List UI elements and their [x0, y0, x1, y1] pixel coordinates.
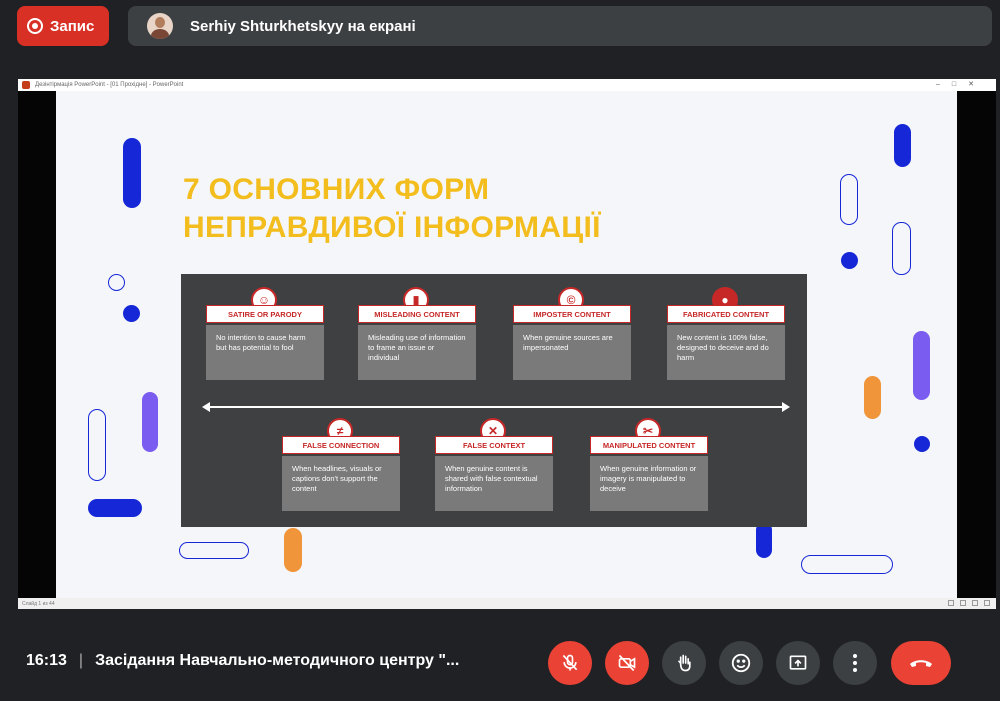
record-button[interactable]: Запис [17, 6, 109, 46]
card-label: MANIPULATED CONTENT [590, 436, 708, 454]
card-label: MISLEADING CONTENT [358, 305, 476, 323]
card-description: No intention to cause harm but has poten… [206, 325, 324, 380]
raise-hand-icon [678, 654, 691, 672]
deco-pill [88, 409, 106, 481]
deco-pill [179, 542, 249, 559]
deco-pill [913, 331, 930, 400]
shared-screen: Дезінтірмація PowerPoint - [01 Прохідне]… [18, 79, 996, 609]
deco-pill [894, 124, 911, 167]
end-call-icon [910, 660, 932, 667]
more-options-button[interactable] [833, 641, 877, 685]
double-arrow [202, 402, 790, 412]
sorter-view-icon[interactable] [960, 600, 966, 606]
more-options-icon [853, 654, 857, 672]
deco-pill [864, 376, 881, 419]
card-description: When genuine content is shared with fals… [435, 456, 553, 511]
card-label: FALSE CONTEXT [435, 436, 553, 454]
powerpoint-icon [22, 81, 30, 89]
record-label: Запис [50, 17, 95, 35]
card-label: FABRICATED CONTENT [667, 305, 785, 323]
deco-pill [123, 138, 141, 208]
emoji-button[interactable] [719, 641, 763, 685]
slideshow-icon[interactable] [984, 600, 990, 606]
card-description: New content is 100% false, designed to d… [667, 325, 785, 380]
emoji-icon [731, 653, 751, 673]
card-label: SATIRE OR PARODY [206, 305, 324, 323]
mic-toggle-button[interactable] [548, 641, 592, 685]
slide: 7 ОСНОВНИХ ФОРМ НЕПРАВДИВОЇ ІНФОРМАЦІЇ ☺… [56, 91, 957, 598]
deco-pill [756, 522, 772, 558]
window-controls: –□✕ [936, 81, 986, 88]
letterbox-right [957, 91, 996, 598]
separator: | [78, 652, 84, 669]
deco-pill [801, 555, 893, 574]
deco-pill [284, 528, 302, 572]
ppt-titlebar: Дезінтірмація PowerPoint - [01 Прохідне]… [18, 79, 996, 91]
end-call-button[interactable] [891, 641, 951, 685]
deco-circle [108, 274, 125, 291]
raise-hand-button[interactable] [662, 641, 706, 685]
card-description: When headlines, visuals or captions don'… [282, 456, 400, 511]
camera-off-icon [618, 654, 636, 672]
slide-counter: Слайд 1 из 44 [22, 600, 55, 607]
deco-pill [142, 392, 158, 452]
card-description: When genuine information or imagery is m… [590, 456, 708, 511]
slide-title: 7 ОСНОВНИХ ФОРМ НЕПРАВДИВОЇ ІНФОРМАЦІЇ [183, 173, 601, 244]
card-label: IMPOSTER CONTENT [513, 305, 631, 323]
card-description: When genuine sources are impersonated [513, 325, 631, 380]
view-buttons [948, 600, 990, 606]
card-description: Misleading use of information to frame a… [358, 325, 476, 380]
present-icon [789, 655, 807, 670]
present-button[interactable] [776, 641, 820, 685]
presenter-text: Serhiy Shturkhetskyy на екрані [190, 17, 416, 35]
meeting-info: 16:13 | Засідання Навчально-методичного … [26, 652, 459, 670]
card-label: FALSE CONNECTION [282, 436, 400, 454]
deco-dot [841, 252, 858, 269]
meeting-time: 16:13 [26, 652, 67, 669]
letterbox-left [18, 91, 56, 598]
avatar [147, 13, 173, 39]
deco-dot [914, 436, 930, 452]
record-icon [27, 18, 43, 34]
presenter-banner[interactable]: Serhiy Shturkhetskyy на екрані [128, 6, 992, 46]
normal-view-icon[interactable] [948, 600, 954, 606]
ppt-window-title: Дезінтірмація PowerPoint - [01 Прохідне]… [35, 82, 184, 88]
info-panel: ☺ SATIRE OR PARODY No intention to cause… [181, 274, 807, 527]
deco-pill [892, 222, 911, 275]
mic-off-icon [562, 654, 578, 671]
ppt-statusbar: Слайд 1 из 44 [18, 598, 996, 609]
camera-toggle-button[interactable] [605, 641, 649, 685]
meeting-title: Засідання Навчально-методичного центру "… [95, 652, 460, 669]
deco-dot [123, 305, 140, 322]
deco-pill [88, 499, 142, 517]
deco-pill [840, 174, 858, 225]
reading-view-icon[interactable] [972, 600, 978, 606]
